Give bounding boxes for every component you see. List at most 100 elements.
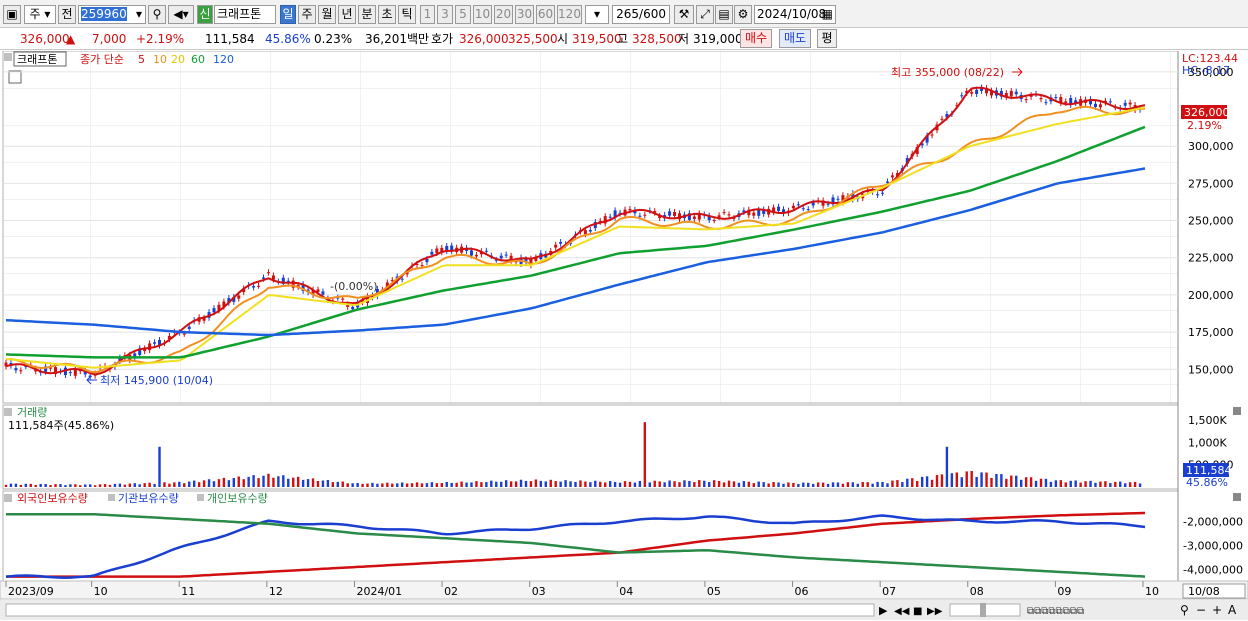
table-icon[interactable] [8, 70, 22, 84]
price-y-label: 300,000 [1188, 140, 1234, 153]
volume-bar [197, 482, 201, 487]
legend-box-icon [4, 53, 12, 61]
dropdown-icon: ▾ [593, 7, 601, 21]
period-tick-button[interactable]: 틱 [398, 5, 416, 24]
candle-body [717, 215, 721, 218]
count-field[interactable]: 265/600 [612, 5, 670, 24]
hc-label: HC:-8.17 [1182, 64, 1230, 77]
stop-icon[interactable]: ■ [913, 606, 922, 617]
candle-body [499, 255, 503, 259]
legend-ma-5: 5 [138, 53, 145, 66]
interval-30-button[interactable]: 30 [515, 5, 534, 24]
price-change: 7,000 [92, 32, 127, 46]
scrollbar-track[interactable] [5, 603, 875, 617]
chart-tools-icon[interactable]: ⚒ [674, 5, 694, 24]
buy-button[interactable]: 매수 [740, 29, 772, 48]
volume-bar [49, 485, 52, 487]
period-minute-button[interactable]: 분 [358, 5, 376, 24]
close-panel-icon[interactable] [1233, 493, 1241, 501]
candle-body [1093, 103, 1097, 108]
volume-bar [301, 479, 305, 487]
volume-bar [812, 483, 815, 487]
interval-120-button[interactable]: 120 [557, 5, 582, 24]
zoom-slider-handle[interactable] [980, 603, 986, 617]
candle-body [757, 209, 761, 216]
period-second-button[interactable]: 초 [378, 5, 396, 24]
interval-20-button[interactable]: 20 [494, 5, 513, 24]
volume-bar [683, 480, 686, 487]
interval-3-button[interactable]: 3 [437, 5, 453, 24]
volume-bar [143, 483, 146, 487]
low-label: 저 [678, 32, 690, 46]
candle-body [212, 308, 216, 313]
high-annotation: 최고 355,000 (08/22) [891, 66, 1004, 79]
holding-legend-institution: 기관보유수량 [118, 492, 179, 505]
zoom-out-icon[interactable]: − [1196, 603, 1206, 617]
volume-bar [722, 482, 726, 487]
candle-body [970, 92, 974, 94]
volume-bar [326, 479, 330, 487]
interval-10-button[interactable]: 10 [473, 5, 492, 24]
volume-bar [465, 482, 468, 487]
volume-bar [742, 481, 746, 487]
period-month-button[interactable]: 월 [318, 5, 336, 24]
sell-button[interactable]: 매도 [779, 29, 811, 48]
volume-bar [1034, 480, 1038, 487]
volume-bar [69, 484, 72, 487]
interval-1-button[interactable]: 1 [420, 5, 435, 24]
volume-bar [792, 482, 795, 487]
stock-name-field[interactable]: 크래프톤 [214, 5, 276, 24]
interval-5-button[interactable]: 5 [455, 5, 471, 24]
volume-bar [549, 479, 552, 487]
volume-bar [257, 478, 260, 487]
price-y-label: 200,000 [1188, 289, 1234, 302]
zoom-in-icon[interactable]: + [1212, 603, 1222, 617]
x-axis-date: 10/08 [1188, 585, 1220, 598]
chart-area[interactable]: 크래프톤 종가 단순 5 10 20 60 120 350,000 300,000… [0, 50, 1248, 621]
candle-body [777, 206, 781, 211]
interval-dropdown[interactable]: ▾ [585, 5, 609, 24]
scroll-right-icon[interactable]: ▶ [879, 604, 888, 617]
candle-body [638, 215, 642, 217]
ask-price: 326,000 [459, 32, 509, 46]
volume-bar [638, 480, 642, 487]
period-year-button[interactable]: 년 [338, 5, 356, 24]
fast-forward-icon[interactable]: ▶▶ [927, 606, 943, 617]
search-icon[interactable]: ⚲ [148, 5, 166, 24]
prev-button[interactable]: 전 [58, 5, 76, 24]
calendar-icon[interactable]: ▦ [822, 6, 833, 23]
close-panel-icon[interactable] [1233, 407, 1241, 415]
eval-button[interactable]: 평 [817, 29, 837, 48]
crosshair-icon[interactable]: ⤢ [696, 5, 714, 24]
candle-body [1064, 101, 1068, 103]
candle-body [975, 89, 979, 95]
volume-bar [311, 478, 315, 487]
zoom-search-icon[interactable]: ⚲ [1180, 603, 1189, 617]
volume-bar [118, 483, 122, 487]
candle-body [559, 241, 563, 244]
stock-code-input[interactable]: 259960 ▾ [78, 5, 146, 24]
volume-bar [519, 479, 523, 487]
speaker-icon[interactable]: ◀▾ [168, 5, 194, 24]
gear-icon[interactable]: ⚙ [734, 5, 752, 24]
volume-bar [970, 470, 973, 487]
date-field[interactable]: 2024/10/08 ▦ [754, 5, 836, 24]
save-icon[interactable]: ▤ [715, 5, 733, 24]
font-size-icon[interactable]: A [1228, 603, 1237, 617]
period-day-button[interactable]: 일 [280, 5, 296, 24]
volume-bar [589, 482, 592, 487]
turnover-rate: 0.23% [314, 32, 353, 46]
rewind-icon[interactable]: ◀◀ [894, 606, 910, 617]
stock-chart[interactable]: 크래프톤 종가 단순 5 10 20 60 120 350,000300,000… [0, 50, 1248, 621]
market-type-select[interactable]: 주 ▾ [24, 5, 56, 24]
candle-body [400, 278, 404, 280]
chart-type-icon[interactable]: ⧉⧉⧉⧉⧉⧉⧉⧉ [1027, 606, 1084, 617]
volume-bar [415, 482, 419, 487]
period-week-button[interactable]: 주 [298, 5, 316, 24]
candle-body [960, 95, 964, 97]
interval-60-button[interactable]: 60 [536, 5, 555, 24]
volume-bar [866, 482, 869, 487]
legend-box-icon [4, 408, 12, 416]
volume-bar [217, 479, 221, 487]
layout-icon[interactable]: ▣ [3, 5, 21, 24]
